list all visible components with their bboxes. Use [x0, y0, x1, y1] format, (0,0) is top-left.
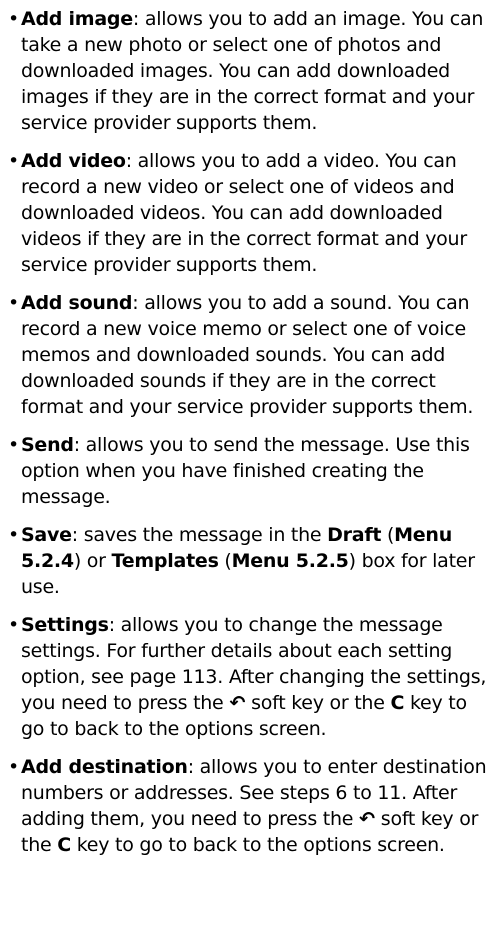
bullet: •	[8, 524, 19, 546]
list-item-settings: • Settings: allows you to change the mes…	[8, 612, 488, 742]
list-item-add-image: • Add image: allows you to add an image.…	[8, 6, 488, 136]
term: Add destination	[21, 756, 188, 778]
list-item-add-destination: • Add destination: allows you to enter d…	[8, 754, 488, 858]
bullet: •	[8, 150, 19, 172]
c-key-label: C	[390, 692, 405, 714]
list-item-save: • Save: saves the message in the Draft (…	[8, 522, 488, 600]
description: : allows you to send the message. Use th…	[21, 434, 470, 508]
manual-page: • Add image: allows you to add an image.…	[0, 0, 496, 945]
bullet: •	[8, 8, 19, 30]
draft-box-name: Draft	[327, 524, 382, 546]
term: Add video	[21, 150, 126, 172]
back-arrow-icon: ↶	[359, 808, 375, 830]
bullet: •	[8, 756, 19, 778]
templates-box-name: Templates	[111, 550, 219, 572]
bullet: •	[8, 434, 19, 456]
back-arrow-icon: ↶	[229, 692, 246, 714]
term: Add sound	[21, 292, 133, 314]
term: Settings	[21, 614, 109, 636]
description-part: (	[381, 524, 395, 546]
list-item-add-sound: • Add sound: allows you to add a sound. …	[8, 290, 488, 420]
description-part: ) or	[73, 550, 112, 572]
c-key-label: C	[57, 834, 71, 856]
bullet: •	[8, 614, 19, 636]
description-part: key to go to back to the options screen.	[70, 834, 445, 856]
templates-menu-ref: Menu 5.2.5	[231, 550, 349, 572]
term: Save	[21, 524, 72, 546]
description-part: soft key or the	[245, 692, 391, 714]
list-item-send: • Send: allows you to send the message. …	[8, 432, 488, 510]
term: Send	[21, 434, 74, 456]
list-item-add-video: • Add video: allows you to add a video. …	[8, 148, 488, 278]
term: Add image	[21, 8, 133, 30]
description-part: : saves the message in the	[71, 524, 328, 546]
description-part: (	[218, 550, 232, 572]
bullet: •	[8, 292, 19, 314]
